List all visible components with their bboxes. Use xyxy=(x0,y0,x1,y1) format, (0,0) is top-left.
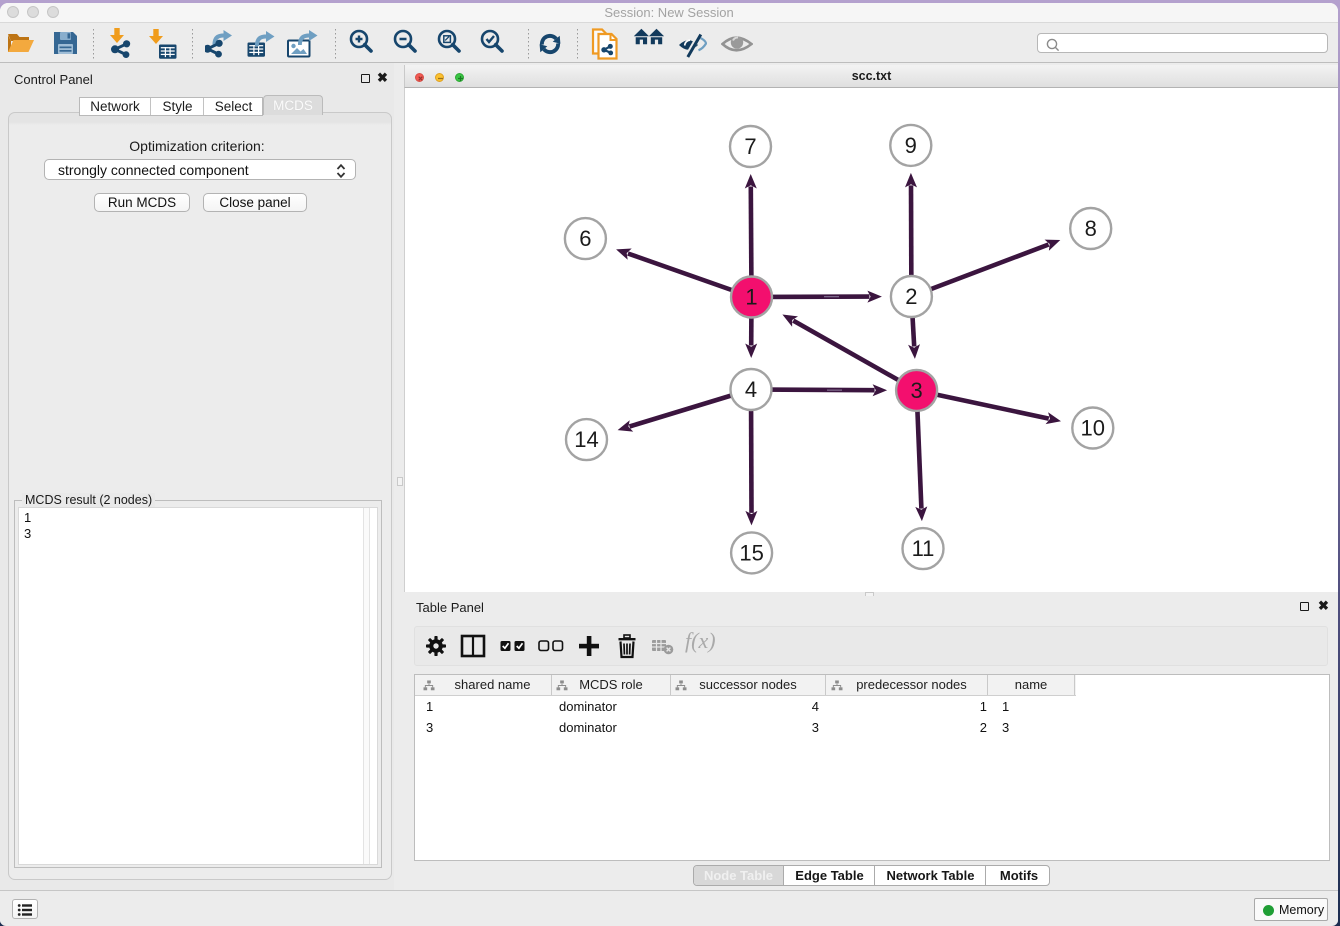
svg-text:3: 3 xyxy=(910,378,922,403)
svg-text:4: 4 xyxy=(745,377,757,402)
svg-text:14: 14 xyxy=(574,427,598,452)
svg-text:10: 10 xyxy=(1081,416,1105,441)
svg-text:8: 8 xyxy=(1085,216,1097,241)
svg-text:1: 1 xyxy=(745,285,757,310)
svg-text:11: 11 xyxy=(912,536,935,561)
svg-text:15: 15 xyxy=(739,540,763,565)
svg-text:2: 2 xyxy=(905,284,917,309)
svg-text:7: 7 xyxy=(744,134,756,159)
svg-text:9: 9 xyxy=(905,133,917,158)
svg-text:6: 6 xyxy=(579,226,591,251)
